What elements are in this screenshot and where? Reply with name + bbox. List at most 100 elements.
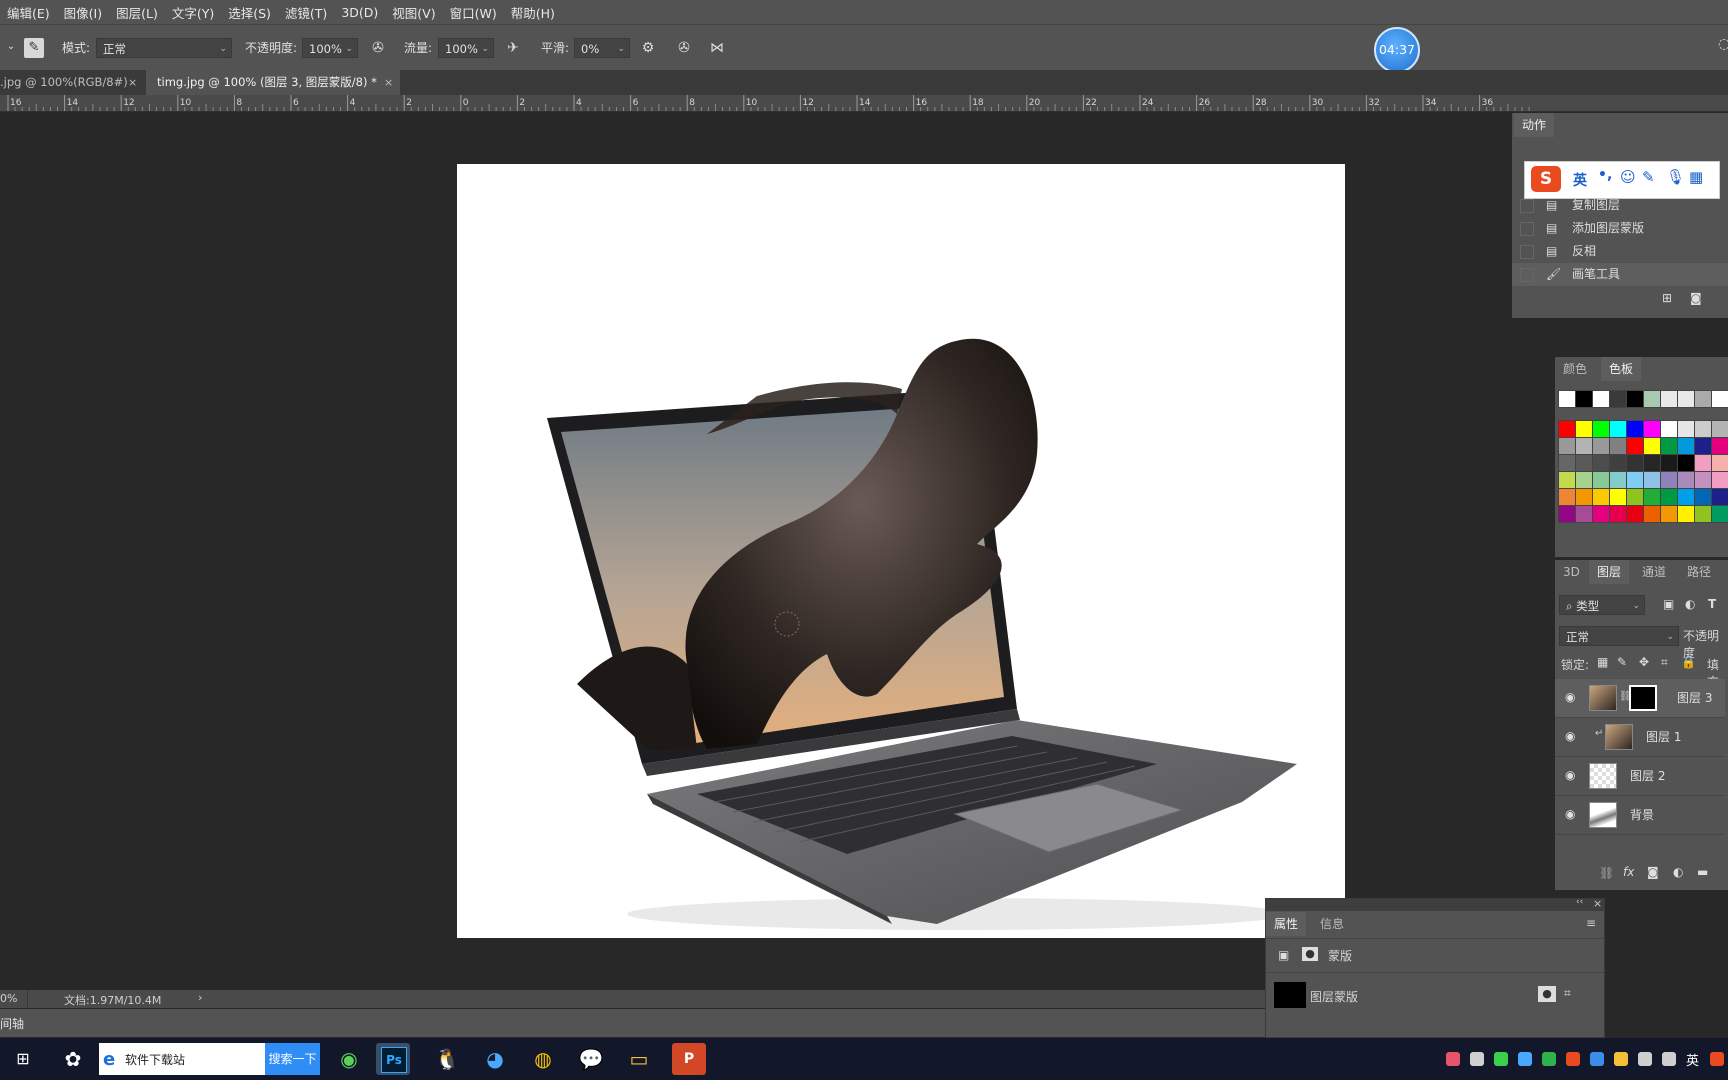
ime-punct-icon[interactable]: •, <box>1598 167 1612 183</box>
color-swatch[interactable] <box>1711 420 1728 438</box>
network-icon[interactable] <box>1638 1052 1652 1066</box>
photoshop-taskbar-item[interactable]: Ps <box>376 1043 410 1075</box>
color-swatch[interactable] <box>1660 390 1678 408</box>
eye-icon[interactable]: ◉ <box>1565 729 1581 745</box>
task-view-icon[interactable]: ⊞ <box>6 1043 40 1075</box>
color-swatch[interactable] <box>1558 505 1576 523</box>
close-icon[interactable]: × <box>384 70 393 95</box>
color-swatch[interactable] <box>1711 471 1728 489</box>
mask-icon[interactable]: ● <box>1302 947 1318 961</box>
eye-icon[interactable]: ◉ <box>1565 768 1581 784</box>
layer-row[interactable]: ◉ 背景 <box>1555 796 1725 835</box>
tab-paths[interactable]: 路径 <box>1679 560 1719 584</box>
folder-icon[interactable]: ▬ <box>1697 865 1708 879</box>
color-swatch[interactable] <box>1592 390 1610 408</box>
blend-mode-select[interactable]: 正常 ⌄ <box>1559 626 1679 646</box>
color-swatch[interactable] <box>1660 505 1678 523</box>
tab-channels[interactable]: 通道 <box>1634 560 1674 584</box>
airbrush-icon[interactable]: ✈ <box>504 39 522 57</box>
browser-360-icon[interactable]: ◉ <box>332 1043 366 1075</box>
color-swatch[interactable] <box>1558 437 1576 455</box>
powerpoint-icon[interactable]: P <box>672 1043 706 1075</box>
color-swatch[interactable] <box>1643 437 1661 455</box>
collapse-icon[interactable]: ‹‹ <box>1576 897 1583 907</box>
emoji-icon[interactable]: ☺ <box>1620 168 1636 186</box>
layer-row[interactable]: ◉ 图层 2 <box>1555 757 1725 796</box>
volume-icon[interactable] <box>1662 1052 1676 1066</box>
pressure-size-icon[interactable]: ✇ <box>675 39 693 57</box>
sogou-tray-icon[interactable] <box>1710 1052 1724 1066</box>
color-swatch[interactable] <box>1677 471 1695 489</box>
symmetry-icon[interactable]: ⋈ <box>708 39 726 57</box>
menu-item[interactable]: 视图(V) <box>385 3 442 22</box>
lock-transparent-icon[interactable]: ▦ <box>1597 655 1608 669</box>
color-swatch[interactable] <box>1711 488 1728 506</box>
color-swatch[interactable] <box>1609 454 1627 472</box>
menu-item[interactable]: 文字(Y) <box>165 3 221 22</box>
tab-color[interactable]: 颜色 <box>1555 357 1595 381</box>
color-swatch[interactable] <box>1626 471 1644 489</box>
zoom-level[interactable]: 0% <box>0 992 17 1005</box>
wechat-tray-icon[interactable] <box>1494 1052 1508 1066</box>
color-swatch[interactable] <box>1609 420 1627 438</box>
color-swatch[interactable] <box>1694 420 1712 438</box>
horizontal-ruler[interactable]: 16 14 12 10 8 6 4 2 0 2 4 6 8 10 12 14 16 18 20 22 24 26 28 30 3… <box>0 95 1728 112</box>
input-lang-indicator[interactable]: 英 <box>1686 1050 1699 1069</box>
color-swatch[interactable] <box>1575 488 1593 506</box>
ime-lang[interactable]: 英 <box>1573 170 1587 190</box>
layer-row[interactable]: ◉ ⛓ 图层 3 <box>1555 679 1725 718</box>
gear-icon[interactable]: ⚙ <box>639 39 657 57</box>
color-swatch[interactable] <box>1609 390 1627 408</box>
color-swatch[interactable] <box>1626 390 1644 408</box>
shield-icon[interactable] <box>1542 1052 1556 1066</box>
menu-icon[interactable]: ≡ <box>1586 916 1596 930</box>
grid-icon[interactable]: ▦ <box>1689 168 1703 186</box>
color-swatch[interactable] <box>1592 505 1610 523</box>
menu-item[interactable]: 选择(S) <box>221 3 278 22</box>
color-swatch[interactable] <box>1711 505 1728 523</box>
chrome-icon[interactable]: ◍ <box>526 1043 560 1075</box>
tray-icon[interactable] <box>1590 1052 1604 1066</box>
flow-input[interactable]: 100% ⌄ <box>438 38 494 58</box>
brush-preset-icon[interactable]: ✎ <box>24 38 44 58</box>
checkbox[interactable] <box>1520 222 1534 236</box>
pixel-mask-icon[interactable]: ▣ <box>1278 948 1289 962</box>
color-swatch[interactable] <box>1677 390 1695 408</box>
file-explorer-icon[interactable]: ▭ <box>622 1043 656 1075</box>
color-swatch[interactable] <box>1711 454 1728 472</box>
add-mask-icon[interactable]: ◙ <box>1647 865 1659 879</box>
close-icon[interactable]: × <box>128 70 137 95</box>
eye-icon[interactable]: ◉ <box>1565 690 1581 706</box>
color-swatch[interactable] <box>1575 471 1593 489</box>
color-swatch[interactable] <box>1643 505 1661 523</box>
menu-item[interactable]: 3D(D) <box>334 5 385 20</box>
lock-all-icon[interactable]: 🔒 <box>1681 655 1696 669</box>
color-swatch[interactable] <box>1575 454 1593 472</box>
color-swatch[interactable] <box>1592 488 1610 506</box>
color-swatch[interactable] <box>1643 454 1661 472</box>
color-swatch[interactable] <box>1694 505 1712 523</box>
color-swatch[interactable] <box>1558 454 1576 472</box>
color-swatch[interactable] <box>1677 420 1695 438</box>
color-swatch[interactable] <box>1711 390 1728 408</box>
checkbox[interactable] <box>1520 245 1534 259</box>
vector-mask-icon[interactable]: ⌗ <box>1564 986 1571 1001</box>
action-item[interactable]: ▤ 添加图层蒙版 <box>1512 217 1728 240</box>
color-swatch[interactable] <box>1626 437 1644 455</box>
close-icon[interactable]: × <box>1593 897 1602 910</box>
tab-actions[interactable]: 动作 <box>1514 113 1555 137</box>
lock-artboard-icon[interactable]: ⌗ <box>1661 655 1668 670</box>
layer-filter-select[interactable]: ⌕ 类型 ⌄ <box>1559 595 1645 615</box>
color-swatch[interactable] <box>1677 505 1695 523</box>
new-action-icon[interactable]: ⊞ <box>1662 291 1672 305</box>
menu-item[interactable]: 图像(I) <box>57 3 109 22</box>
status-arrow-icon[interactable]: › <box>198 991 202 1004</box>
pen-icon[interactable]: ✎ <box>1642 168 1655 186</box>
adjustment-layer-icon[interactable]: ◐ <box>1673 865 1683 879</box>
panel-titlebar[interactable]: ‹‹ × <box>1266 897 1604 911</box>
checkbox[interactable] <box>1520 199 1534 213</box>
tab-info[interactable]: 信息 <box>1312 912 1352 936</box>
chevron-down-icon[interactable]: ⌄ <box>2 38 20 56</box>
color-swatch[interactable] <box>1694 471 1712 489</box>
tab-document-2[interactable]: timg.jpg @ 100% (图层 3, 图层蒙版/8) * <box>146 70 400 95</box>
